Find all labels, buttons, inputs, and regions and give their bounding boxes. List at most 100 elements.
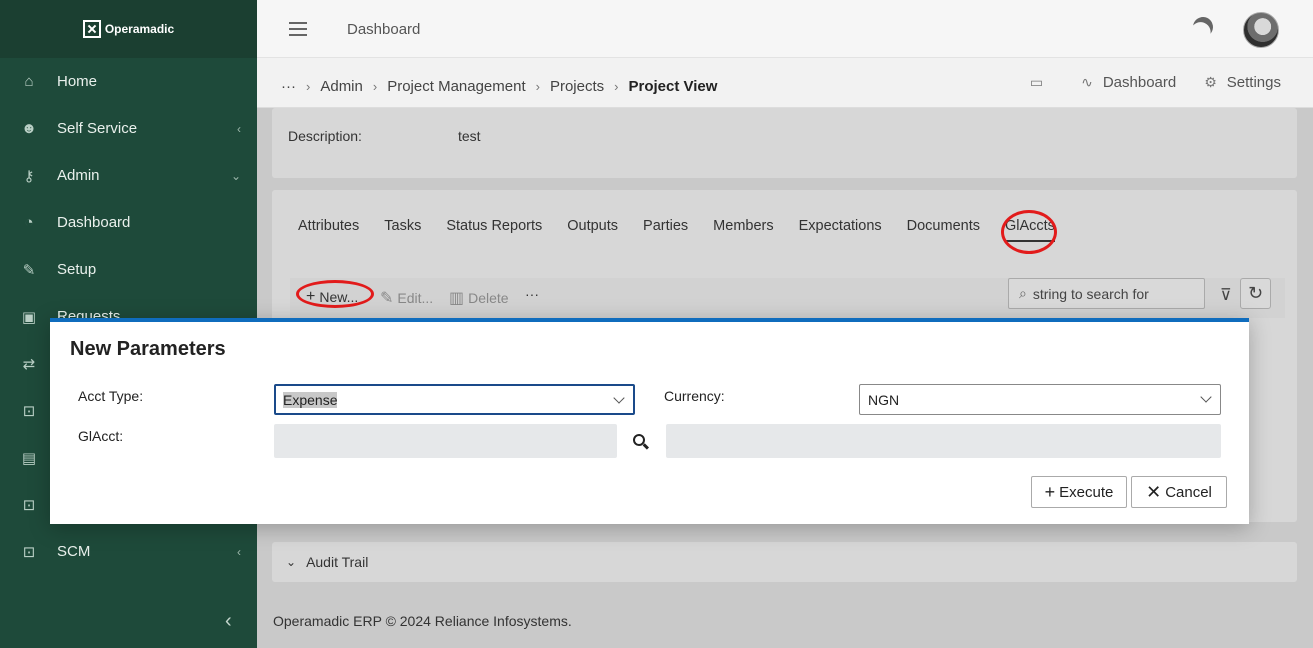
sidebar-item-admin[interactable]: ⚷ Admin ⌄ [0, 152, 257, 199]
breadcrumb-overflow-icon[interactable]: ··· [281, 78, 296, 95]
acct-type-value: Expense [283, 391, 338, 408]
audit-trail-label: Audit Trail [306, 554, 369, 570]
pencil-icon: ✎ [380, 290, 394, 307]
settings-link[interactable]: ⚙ Settings [1204, 74, 1281, 91]
breadcrumb-current: Project View [628, 78, 718, 95]
sidebar-item-setup[interactable]: ✎ Setup [0, 246, 257, 293]
chevron-right-icon: › [614, 79, 619, 94]
description-value: test [458, 128, 481, 144]
tab-attributes[interactable]: Attributes [298, 218, 359, 242]
search-icon: ⌕ [1019, 285, 1027, 301]
dark-mode-moon-icon[interactable] [1190, 14, 1216, 40]
breadcrumb-bar: ··· › Admin › Project Management › Proje… [257, 58, 1313, 108]
tab-status-reports[interactable]: Status Reports [446, 218, 542, 242]
comment-button[interactable]: ▭ [1030, 74, 1053, 91]
acct-type-select[interactable]: Expense [274, 384, 635, 415]
chevron-down-icon [613, 392, 625, 404]
dashboard-link[interactable]: ∿ Dashboard [1081, 74, 1176, 91]
breadcrumb-item[interactable]: Projects [550, 78, 604, 95]
delete-button[interactable]: ▥ Delete [449, 288, 509, 308]
chevron-right-icon: › [372, 79, 378, 94]
audit-trail-section[interactable]: ⌄ Audit Trail [272, 542, 1297, 582]
sidebar-item-self-service[interactable]: ☻ Self Service ‹ [0, 105, 257, 152]
glacct-label: GlAcct: [78, 428, 124, 444]
double-chevron-down-icon: ⌄ [286, 555, 297, 569]
cancel-button[interactable]: ✕ Cancel [1131, 476, 1227, 508]
more-actions-button[interactable]: ··· [525, 286, 539, 302]
grid-toolbar: + New... ✎ Edit... ▥ Delete ··· ⌕ string to… [290, 278, 1285, 318]
tab-strip: Attributes Tasks Status Reports Outputs … [298, 218, 1080, 242]
tab-members[interactable]: Members [713, 218, 773, 242]
edit-button[interactable]: ✎ Edit... [380, 288, 433, 308]
hamburger-menu-icon[interactable] [289, 22, 307, 36]
close-icon: ✕ [1146, 481, 1162, 502]
glacct-code-input[interactable] [274, 424, 617, 458]
gauge-icon: ◔ [24, 214, 34, 231]
user-gear-icon: ☻ [21, 120, 37, 137]
contact-card-icon: ⊡ [22, 402, 36, 420]
currency-value: NGN [868, 391, 900, 408]
gear-icon: ⚙ [1204, 74, 1217, 90]
tab-outputs[interactable]: Outputs [567, 218, 618, 242]
chart-line-icon: ∿ [1081, 74, 1093, 90]
refresh-icon: ↻ [1247, 283, 1264, 303]
new-parameters-dialog: New Parameters Acct Type: Expense Curren… [50, 318, 1249, 524]
refresh-button[interactable]: ↻ [1240, 278, 1271, 309]
breadcrumb: ··· › Admin › Project Management › Proje… [281, 78, 717, 95]
sidebar-item-label: Setup [57, 261, 97, 278]
acct-type-label: Acct Type: [78, 388, 144, 404]
tab-expectations[interactable]: Expectations [799, 218, 882, 242]
sidebar-item-label: Self Service [57, 120, 138, 137]
sidebar-item-label: SCM [57, 543, 91, 560]
sidebar-item-label: Dashboard [57, 214, 131, 231]
chevron-left-icon: ‹ [237, 544, 241, 559]
chevron-right-icon: › [535, 79, 540, 94]
currency-select[interactable]: NGN [859, 384, 1221, 415]
top-bar: Dashboard [257, 0, 1313, 58]
edit-button-label: Edit... [397, 290, 434, 306]
currency-label: Currency: [664, 388, 725, 404]
dashboard-link-label: Dashboard [1102, 74, 1177, 91]
filter-icon[interactable]: ⊽ [1220, 285, 1232, 305]
logo-text: Operamadic [104, 22, 175, 36]
plus-icon: + [1044, 481, 1056, 502]
search-icon[interactable] [633, 434, 651, 452]
contact-card-icon: ⊡ [22, 543, 36, 561]
trash-icon: ▥ [449, 290, 465, 307]
glacct-description-field [666, 424, 1221, 458]
logo-icon [82, 20, 101, 38]
annotation-ring [296, 280, 374, 308]
tab-tasks[interactable]: Tasks [384, 218, 421, 242]
sidebar-item-scm[interactable]: ⊡ SCM ‹ [0, 528, 257, 575]
cancel-button-label: Cancel [1165, 483, 1212, 501]
tab-parties[interactable]: Parties [643, 218, 688, 242]
search-input[interactable]: ⌕ string to search for [1008, 278, 1205, 309]
search-placeholder: string to search for [1032, 285, 1149, 302]
execute-button-label: Execute [1059, 483, 1114, 501]
sidebar-item-label: Admin [57, 167, 100, 184]
swap-icon: ⇄ [22, 355, 36, 373]
contact-card-icon: ⊡ [22, 496, 36, 514]
chevron-down-icon: ⌄ [230, 168, 241, 183]
archive-icon: ▣ [21, 308, 37, 326]
description-label: Description: [288, 128, 362, 144]
breadcrumb-item[interactable]: Admin [320, 78, 363, 95]
app-logo[interactable]: Operamadic [0, 0, 257, 58]
sidebar-item-home[interactable]: ⌂ Home [0, 58, 257, 105]
tab-documents[interactable]: Documents [907, 218, 980, 242]
description-card: Description: test [272, 108, 1297, 178]
breadcrumb-actions: ▭ ∿ Dashboard ⚙ Settings [1002, 74, 1281, 91]
sidebar-collapse-icon[interactable]: ‹ [225, 610, 232, 633]
chevron-right-icon: › [306, 79, 311, 94]
comment-icon: ▭ [1029, 74, 1044, 90]
annotation-ring [1001, 210, 1057, 254]
breadcrumb-item[interactable]: Project Management [387, 78, 525, 95]
page-title: Dashboard [347, 21, 421, 38]
wrench-icon: ✎ [22, 261, 36, 279]
sidebar-item-dashboard[interactable]: ◔ Dashboard [0, 199, 257, 246]
home-icon: ⌂ [24, 73, 34, 90]
execute-button[interactable]: + Execute [1031, 476, 1127, 508]
avatar[interactable] [1243, 12, 1279, 48]
sidebar-item-label: Home [57, 73, 98, 90]
chevron-left-icon: ‹ [237, 121, 241, 136]
